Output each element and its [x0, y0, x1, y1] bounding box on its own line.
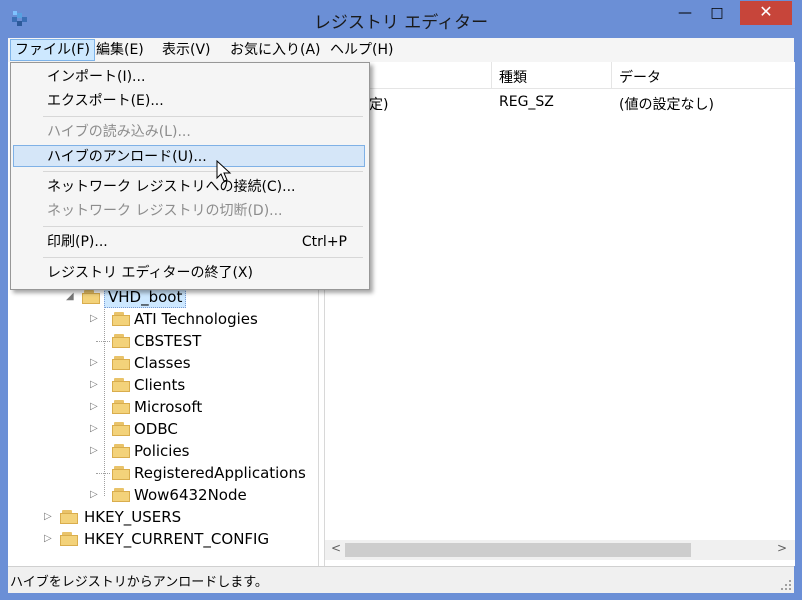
expand-icon[interactable]: ▷ [90, 358, 98, 368]
expand-icon[interactable]: ▷ [90, 402, 98, 412]
tree-guide [96, 473, 110, 474]
expand-icon[interactable]: ▷ [90, 424, 98, 434]
folder-icon [112, 334, 130, 348]
file-menu-dropdown: インポート(I)... エクスポート(E)... ハイブの読み込み(L)... … [10, 62, 370, 290]
folder-icon [60, 532, 78, 546]
mouse-cursor-icon [216, 160, 232, 182]
value-type-cell[interactable]: REG_SZ [499, 94, 554, 110]
menu-item-label: ハイブの読み込み(L)... [47, 124, 191, 140]
menu-item-label: レジストリ エディターの終了(X) [47, 265, 253, 281]
tree-item-label: Policies [134, 442, 190, 460]
title-bar: レジストリ エディター — □ ✕ [0, 0, 802, 38]
menu-item-label: 印刷(P)... [47, 234, 108, 250]
folder-icon [112, 488, 130, 502]
column-header-data[interactable]: データ [619, 67, 661, 87]
menu-item-import[interactable]: インポート(I)... [13, 66, 365, 88]
tree-item-label: ATI Technologies [134, 310, 258, 328]
value-list[interactable]: 種類 データ 定) REG_SZ (値の設定なし) < > [324, 62, 795, 566]
menu-item-label: エクスポート(E)... [47, 93, 164, 109]
menu-separator [43, 116, 363, 117]
tree-item-label: Wow6432Node [134, 486, 247, 504]
menu-item-label: ネットワーク レジストリへの接続(C)... [47, 179, 296, 195]
tree-guide [104, 306, 105, 496]
menu-item-label: ネットワーク レジストリの切断(D)... [47, 203, 283, 219]
menu-edit[interactable]: 編集(E) [92, 40, 148, 60]
menu-separator [43, 171, 363, 172]
column-separator[interactable] [491, 62, 492, 88]
menu-favorites[interactable]: お気に入り(A) [226, 40, 325, 60]
folder-icon [112, 400, 130, 414]
menu-item-print[interactable]: 印刷(P)... Ctrl+P [13, 231, 365, 253]
list-header: 種類 データ [325, 62, 795, 89]
resize-grip-icon[interactable] [780, 579, 792, 591]
value-name-cell[interactable]: 定) [369, 94, 388, 114]
status-bar: ハイブをレジストリからアンロードします。 [8, 566, 794, 593]
scroll-right-icon[interactable]: > [777, 541, 787, 555]
menu-item-label: インポート(I)... [47, 69, 146, 85]
column-header-type[interactable]: 種類 [499, 67, 527, 87]
expand-icon[interactable]: ▷ [90, 490, 98, 500]
value-data-cell[interactable]: (値の設定なし) [619, 94, 714, 114]
status-text: ハイブをレジストリからアンロードします。 [10, 575, 268, 590]
maximize-button[interactable]: □ [702, 2, 732, 26]
minimize-button[interactable]: — [670, 2, 700, 26]
expand-icon[interactable]: ▷ [90, 446, 98, 456]
menu-item-shortcut: Ctrl+P [301, 234, 347, 250]
menu-item-connect-network-registry[interactable]: ネットワーク レジストリへの接続(C)... [13, 176, 365, 198]
tree-item-label: Microsoft [134, 398, 203, 416]
menu-help[interactable]: ヘルプ(H) [326, 40, 397, 60]
folder-icon [112, 466, 130, 480]
expand-icon[interactable]: ▷ [44, 534, 52, 544]
menu-file[interactable]: ファイル(F) [10, 39, 95, 61]
expand-icon[interactable]: ▷ [90, 380, 98, 390]
tree-guide [96, 341, 110, 342]
folder-icon [112, 356, 130, 370]
tree-item-label: ODBC [134, 420, 178, 438]
horizontal-scrollbar[interactable]: < > [325, 540, 795, 560]
scroll-left-icon[interactable]: < [331, 541, 341, 555]
tree-item-label: Classes [134, 354, 191, 372]
folder-icon [112, 422, 130, 436]
collapse-icon[interactable]: ◢ [66, 292, 74, 302]
expand-icon[interactable]: ▷ [44, 512, 52, 522]
menu-item-label: ハイブのアンロード(U)... [47, 149, 207, 165]
scrollbar-thumb[interactable] [345, 543, 691, 557]
menu-item-load-hive: ハイブの読み込み(L)... [13, 121, 365, 143]
tree-item-label: CBSTEST [134, 332, 202, 350]
menu-separator [43, 257, 363, 258]
tree-item-label: RegisteredApplications [134, 464, 306, 482]
tree-item-label: HKEY_USERS [84, 508, 182, 526]
menu-item-export[interactable]: エクスポート(E)... [13, 90, 365, 112]
tree-item-label: Clients [134, 376, 186, 394]
menu-view[interactable]: 表示(V) [158, 40, 215, 60]
folder-open-icon [82, 290, 100, 304]
menu-separator [43, 226, 363, 227]
column-separator[interactable] [611, 62, 612, 88]
expand-icon[interactable]: ▷ [90, 314, 98, 324]
folder-icon [112, 378, 130, 392]
menu-item-exit[interactable]: レジストリ エディターの終了(X) [13, 262, 365, 284]
close-button[interactable]: ✕ [740, 1, 792, 25]
folder-icon [112, 444, 130, 458]
menu-bar: ファイル(F) 編集(E) 表示(V) お気に入り(A) ヘルプ(H) [8, 38, 794, 62]
folder-icon [112, 312, 130, 326]
tree-item-label: HKEY_CURRENT_CONFIG [84, 530, 270, 548]
menu-item-disconnect-network-registry: ネットワーク レジストリの切断(D)... [13, 200, 365, 222]
folder-icon [60, 510, 78, 524]
menu-item-unload-hive[interactable]: ハイブのアンロード(U)... [13, 145, 365, 167]
